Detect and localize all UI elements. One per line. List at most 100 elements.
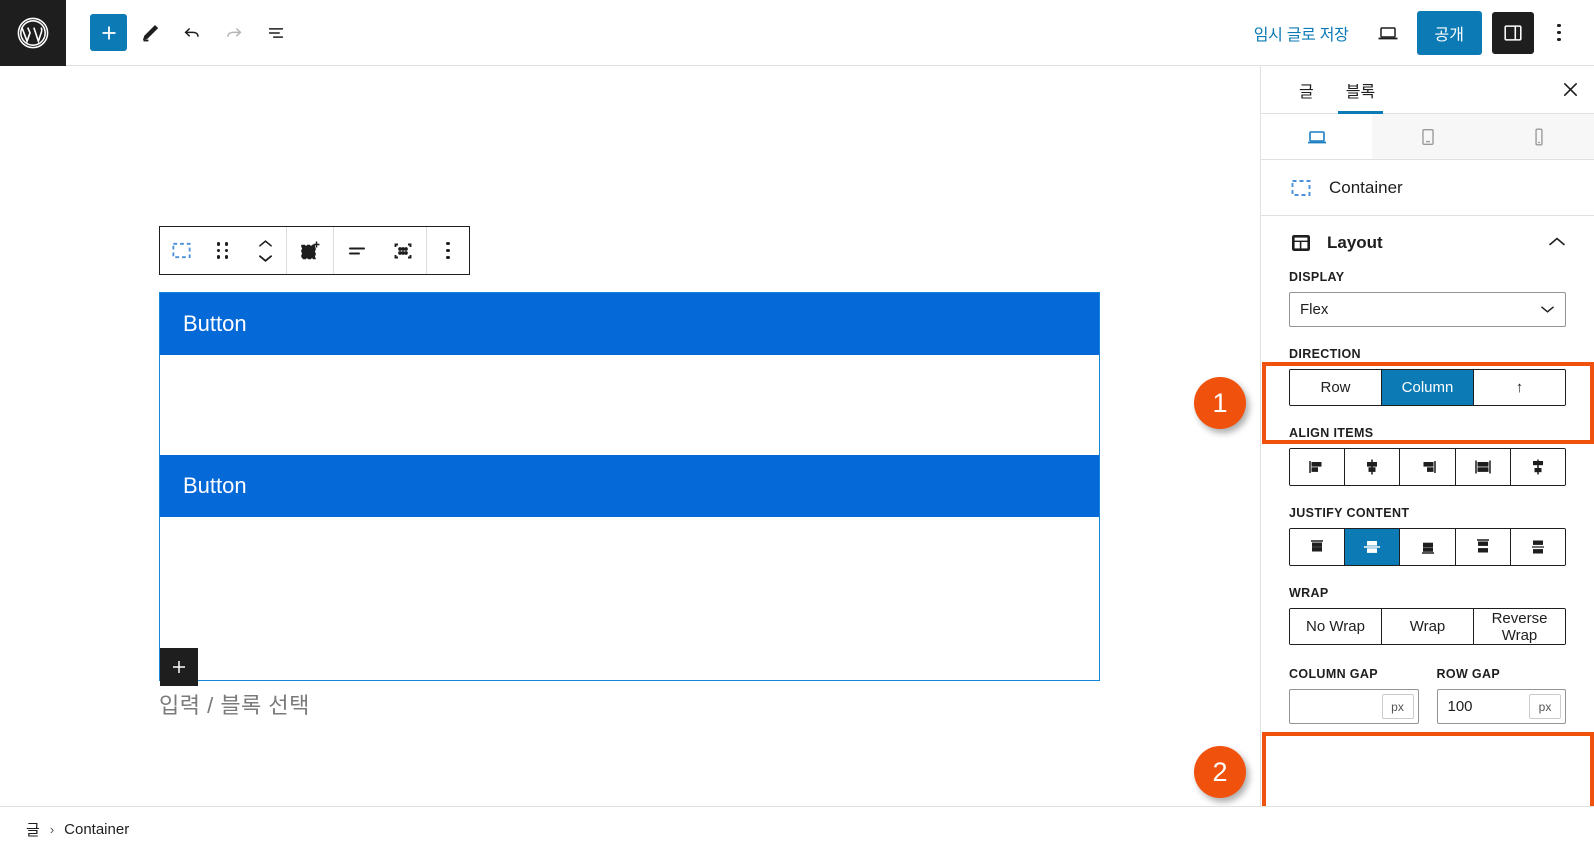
container-block-icon[interactable]: [160, 227, 202, 274]
wrap-option-no-wrap[interactable]: No Wrap: [1290, 609, 1382, 644]
annotation-badge-two: 2: [1194, 746, 1246, 798]
undo-button[interactable]: [173, 14, 211, 52]
breadcrumb-current[interactable]: Container: [64, 821, 129, 838]
list-view-button[interactable]: [257, 14, 295, 52]
selected-block-name: Container: [1329, 177, 1403, 197]
editor-top-bar: 임시 글로 저장 공개: [0, 0, 1594, 66]
save-draft-button[interactable]: 임시 글로 저장: [1244, 15, 1359, 51]
justify-content-label: JUSTIFY CONTENT: [1289, 506, 1410, 520]
laptop-preview-icon[interactable]: [1369, 14, 1407, 52]
direction-control: DIRECTION Row Column ↑: [1261, 337, 1594, 416]
align-flex-start-icon[interactable]: [1290, 449, 1346, 485]
justify-content-segmented-control: [1289, 528, 1566, 566]
breadcrumb-separator-icon: ›: [49, 821, 55, 837]
canvas-button-two[interactable]: Button: [160, 455, 1099, 517]
row-gap-unit[interactable]: px: [1529, 694, 1561, 719]
display-select[interactable]: Flex: [1289, 292, 1566, 327]
annotation-badge-one: 1: [1194, 377, 1246, 429]
block-appender-button[interactable]: [160, 648, 198, 686]
editor-canvas: Button Button 입력 / 블록 선택: [0, 66, 1260, 806]
add-block-icon[interactable]: [287, 227, 333, 274]
wrap-option-wrap[interactable]: Wrap: [1382, 609, 1474, 644]
chevron-down-icon: [1540, 301, 1555, 318]
block-toolbar-group-more: [427, 227, 469, 274]
wordpress-logo-icon[interactable]: [0, 0, 66, 66]
block-toolbar-group-insert: [287, 227, 334, 274]
move-up-down-buttons[interactable]: [244, 227, 286, 274]
wrap-label: WRAP: [1289, 586, 1329, 600]
mobile-icon[interactable]: [1483, 114, 1594, 159]
close-icon[interactable]: [1546, 66, 1594, 113]
column-gap-value[interactable]: [1290, 690, 1378, 723]
canvas-button-one[interactable]: Button: [160, 293, 1099, 355]
chevron-down-icon: [258, 254, 272, 262]
tablet-icon[interactable]: [1372, 114, 1483, 159]
justify-content-control: JUSTIFY CONTENT: [1261, 496, 1594, 576]
device-preview-tabs: [1261, 114, 1594, 160]
settings-sidebar: 글 블록 Container Layout DISPLAY Flex DIREC…: [1260, 66, 1594, 806]
align-items-label: ALIGN ITEMS: [1289, 426, 1374, 440]
select-parent-icon[interactable]: [380, 227, 426, 274]
direction-label: DIRECTION: [1289, 347, 1361, 361]
add-block-button[interactable]: [90, 14, 127, 51]
row-gap-value[interactable]: 100: [1438, 690, 1526, 723]
layout-panel-header[interactable]: Layout: [1261, 216, 1594, 270]
direction-option-column[interactable]: Column: [1382, 370, 1474, 405]
align-center-icon[interactable]: [1345, 449, 1401, 485]
align-flex-end-icon[interactable]: [1400, 449, 1456, 485]
display-label: DISPLAY: [1289, 270, 1345, 284]
direction-segmented-control: Row Column ↑: [1289, 369, 1566, 406]
selected-block-identity: Container: [1261, 160, 1594, 216]
block-placeholder-text[interactable]: 입력 / 블록 선택: [159, 688, 310, 720]
publish-button[interactable]: 공개: [1416, 10, 1482, 55]
column-gap-unit[interactable]: px: [1381, 694, 1414, 719]
chevron-up-icon: [258, 239, 272, 247]
justify-flex-end-icon[interactable]: [1400, 529, 1456, 565]
gap-controls: COLUMN GAP px ROW GAP 100 px: [1261, 655, 1594, 734]
wrap-segmented-control: No Wrap Wrap Reverse Wrap: [1289, 608, 1566, 645]
justify-space-between-icon[interactable]: [1455, 529, 1511, 565]
sidebar-tab-bar: 글 블록: [1261, 66, 1594, 114]
row-gap-spacer-one: [160, 355, 1099, 455]
block-options-button[interactable]: [427, 227, 469, 274]
justify-center-icon[interactable]: [1345, 529, 1401, 565]
justify-flex-start-icon[interactable]: [1290, 529, 1346, 565]
layout-panel-title: Layout: [1327, 233, 1383, 252]
container-block-selected[interactable]: Button Button: [159, 292, 1100, 686]
direction-option-reverse[interactable]: ↑: [1474, 370, 1565, 405]
tab-block[interactable]: 블록: [1330, 66, 1391, 114]
desktop-icon[interactable]: [1261, 114, 1372, 159]
top-bar-left-tools: [66, 14, 295, 52]
row-gap-control: ROW GAP 100 px: [1436, 667, 1566, 724]
align-items-segmented-control: [1289, 448, 1566, 486]
wrap-option-reverse-wrap[interactable]: Reverse Wrap: [1474, 609, 1565, 644]
layout-icon: [1292, 235, 1310, 251]
align-baseline-icon[interactable]: [1510, 449, 1565, 485]
redo-button[interactable]: [215, 14, 253, 52]
column-gap-control: COLUMN GAP px: [1289, 667, 1419, 724]
wrap-control: WRAP No Wrap Wrap Reverse Wrap: [1261, 576, 1594, 655]
breadcrumb-root[interactable]: 글: [26, 819, 40, 840]
breadcrumb: 글 › Container: [0, 806, 1594, 851]
chevron-up-icon[interactable]: [1548, 234, 1566, 252]
row-gap-spacer-two: [160, 517, 1099, 617]
column-gap-label: COLUMN GAP: [1289, 667, 1378, 681]
drag-handle-icon[interactable]: [202, 227, 244, 274]
block-toolbar: [159, 226, 470, 275]
justify-space-around-icon[interactable]: [1510, 529, 1565, 565]
align-icon[interactable]: [334, 227, 380, 274]
block-toolbar-group-align: [334, 227, 427, 274]
display-value: Flex: [1300, 301, 1329, 318]
align-items-control: ALIGN ITEMS: [1261, 416, 1594, 496]
editor-body: Button Button 입력 / 블록 선택 글 블록 Container …: [0, 66, 1594, 851]
settings-sidebar-toggle[interactable]: [1492, 11, 1534, 54]
row-gap-input[interactable]: 100 px: [1436, 689, 1566, 724]
align-stretch-icon[interactable]: [1455, 449, 1511, 485]
container-block-icon: [1291, 179, 1311, 196]
top-bar-right-tools: 임시 글로 저장 공개: [1244, 10, 1594, 55]
tab-post[interactable]: 글: [1283, 66, 1330, 113]
column-gap-input[interactable]: px: [1289, 689, 1419, 724]
edit-mode-button[interactable]: [131, 14, 169, 52]
direction-option-row[interactable]: Row: [1290, 370, 1382, 405]
editor-options-button[interactable]: [1544, 14, 1574, 52]
